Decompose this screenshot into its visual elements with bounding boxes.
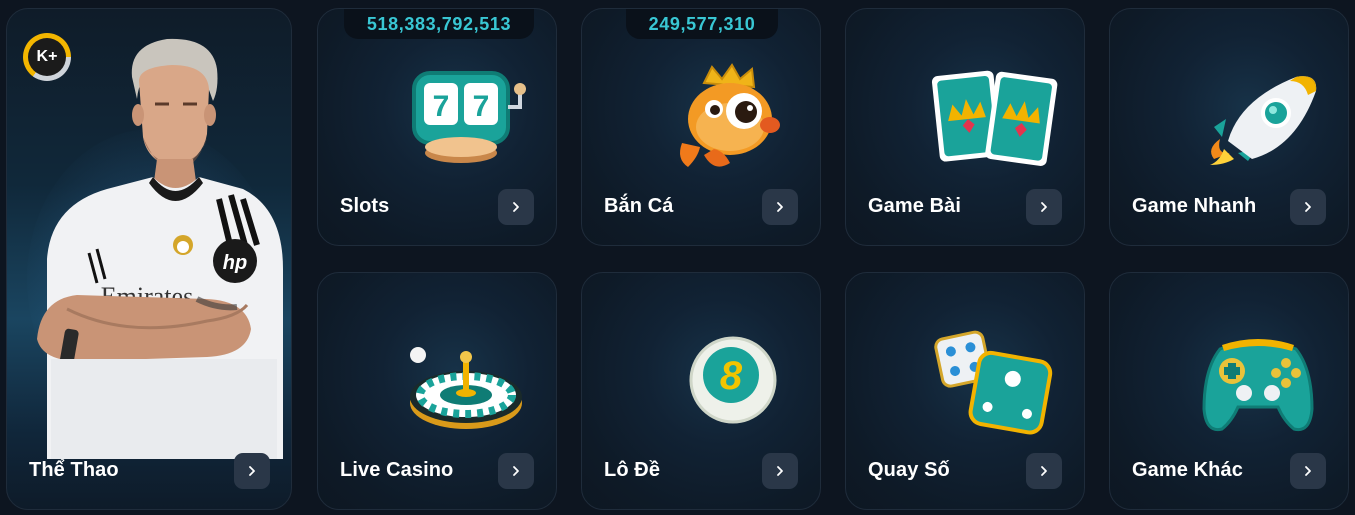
card-games-card[interactable]: Game Bài [845,8,1085,246]
chevron-right-icon [777,466,783,476]
slot-machine-icon: 7 7 [408,67,528,167]
dice-icon [934,329,1058,441]
lottery-card[interactable]: 8 Lô Đề [581,272,821,510]
chevron-right-icon [777,202,783,212]
fishing-card[interactable]: 249,577,310 Bắn Cá [581,8,821,246]
dice-card[interactable]: Quay Số [845,272,1085,510]
arrow-button-sports[interactable] [234,453,270,489]
card-label-live-casino: Live Casino [340,459,454,481]
card-label-fishing: Bắn Cá [604,195,674,217]
svg-text:7: 7 [433,90,450,123]
card-label-dice: Quay Số [868,459,950,481]
card-label-quick-games: Game Nhanh [1132,195,1257,217]
svg-text:8: 8 [720,354,743,398]
rocket-icon [1200,69,1324,169]
quick-games-card[interactable]: Game Nhanh [1109,8,1349,246]
arrow-button-lottery[interactable] [762,453,798,489]
card-label-slots: Slots [340,195,390,217]
chevron-right-icon [1041,202,1047,212]
live-casino-card[interactable]: Live Casino [317,272,557,510]
roulette-icon [404,337,530,437]
arrow-button-card-games[interactable] [1026,189,1062,225]
slots-card[interactable]: 518,383,792,513 7 7 Slots [317,8,557,246]
jackpot-counter-fishing: 249,577,310 [626,9,778,39]
chevron-right-icon [1041,466,1047,476]
chevron-right-icon [249,466,255,476]
jackpot-counter-slots: 518,383,792,513 [344,9,534,39]
arrow-button-fishing[interactable] [762,189,798,225]
chevron-right-icon [1305,466,1311,476]
card-label-lottery: Lô Đề [604,459,661,481]
sports-card[interactable]: hp Emirates K+ Thể Thao [6,8,292,510]
fish-icon [674,63,790,175]
k-plus-logo-text: K+ [28,38,66,76]
arrow-button-other-games[interactable] [1290,453,1326,489]
card-label-other-games: Game Khác [1132,459,1243,481]
chevron-right-icon [1305,202,1311,212]
other-games-card[interactable]: Game Khác [1109,272,1349,510]
svg-text:hp: hp [223,252,247,274]
player-illustration: hp Emirates [37,38,283,459]
k-plus-logo: K+ [23,33,71,81]
arrow-button-quick-games[interactable] [1290,189,1326,225]
lottery-ball-icon: 8 [688,335,778,425]
arrow-button-live-casino[interactable] [498,453,534,489]
arrow-button-dice[interactable] [1026,453,1062,489]
gamepad-icon [1200,329,1316,437]
playing-cards-icon [930,63,1060,175]
card-label-card-games: Game Bài [868,195,962,217]
arrow-button-slots[interactable] [498,189,534,225]
chevron-right-icon [513,202,519,212]
svg-text:7: 7 [473,90,490,123]
chevron-right-icon [513,466,519,476]
card-label-sports: Thể Thao [29,459,119,481]
